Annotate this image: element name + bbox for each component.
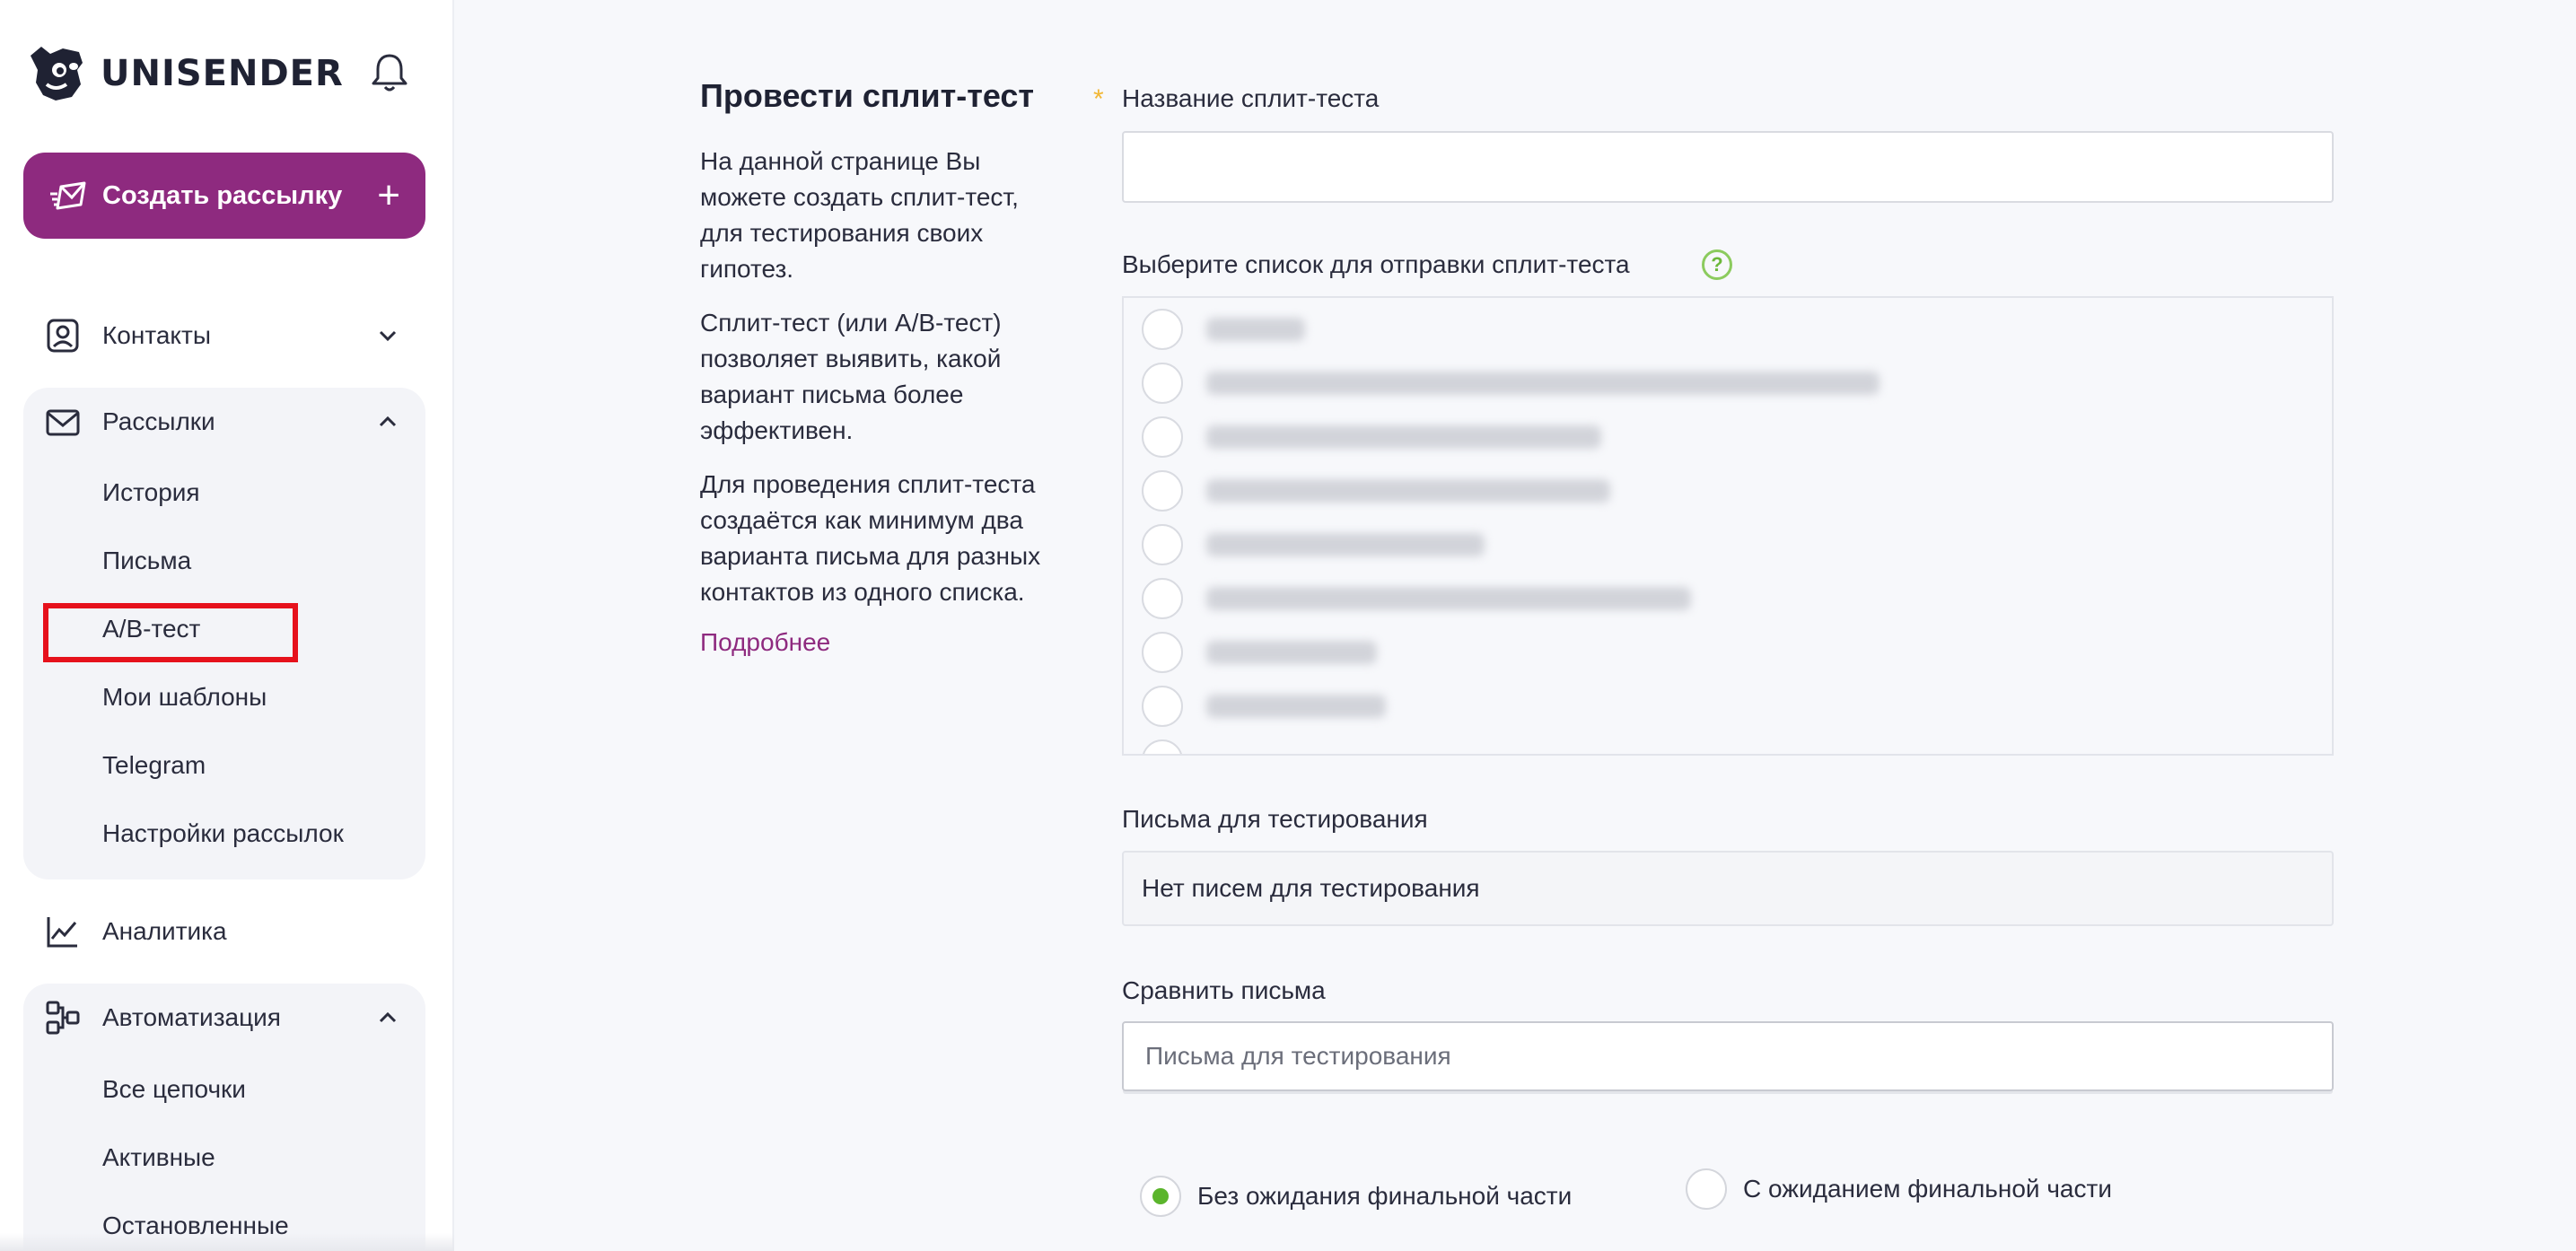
create-mailing-button[interactable]: Создать рассылку + (23, 153, 425, 239)
chevron-down-icon (379, 330, 397, 342)
test-letters-value: Нет писем для тестирования (1122, 851, 2334, 926)
list-item[interactable] (1142, 416, 1601, 458)
brand-name: UNISENDER (101, 53, 344, 94)
blurred-list-name (1206, 425, 1601, 449)
option-with-wait-label: С ожиданием финальной части (1743, 1175, 2112, 1203)
sidebar-item-letters[interactable]: Письма (102, 547, 191, 575)
sidebar: UNISENDER Создать рассылку + Контакты Ра… (0, 0, 454, 1251)
automation-icon (46, 1001, 80, 1035)
list-select-label: Выберите список для отправки сплит-теста (1122, 250, 1630, 278)
list-item[interactable] (1142, 524, 1485, 565)
option-no-wait-label: Без ожидания финальной части (1197, 1182, 1573, 1210)
plus-icon: + (377, 173, 400, 217)
list-item[interactable] (1142, 739, 1183, 754)
blurred-list-name (1206, 587, 1691, 610)
sidebar-item-telegram[interactable]: Telegram (102, 751, 206, 780)
blurred-list-name (1206, 372, 1879, 395)
blurred-list-name (1206, 641, 1377, 664)
nav-contacts[interactable]: Контакты (23, 311, 425, 361)
nav-analytics-label: Аналитика (102, 917, 227, 945)
radio-selected[interactable] (1140, 1176, 1181, 1217)
description-paragraph-2: Сплит-тест (или А/В-тест) позволяет выяв… (700, 309, 1002, 444)
nav-analytics[interactable]: Аналитика (23, 906, 425, 957)
list-item[interactable] (1142, 578, 1691, 619)
dog-logo-icon (31, 47, 83, 101)
radio-button[interactable] (1142, 578, 1183, 619)
list-item[interactable] (1142, 309, 1305, 350)
radio-button[interactable] (1142, 470, 1183, 512)
sidebar-item-history[interactable]: История (102, 478, 200, 507)
sidebar-item-mailing-settings[interactable]: Настройки рассылок (102, 819, 344, 848)
sidebar-item-templates[interactable]: Мои шаблоны (102, 683, 267, 712)
radio-button[interactable] (1142, 363, 1183, 404)
required-star: * (1093, 84, 1104, 114)
radio-button[interactable] (1142, 416, 1183, 458)
option-no-wait[interactable]: Без ожидания финальной части (1140, 1176, 1572, 1217)
list-item[interactable] (1142, 686, 1386, 727)
radio-button[interactable] (1142, 524, 1183, 565)
option-with-wait[interactable]: С ожиданием финальной части (1686, 1168, 2112, 1210)
sidebar-scroll-fade (0, 1233, 454, 1251)
sidebar-item-active[interactable]: Активные (102, 1143, 215, 1172)
nav-mailings-label: Рассылки (102, 407, 215, 435)
nav-automation[interactable]: Автоматизация (23, 993, 425, 1043)
split-test-name-label: Название сплит-теста (1122, 84, 1380, 112)
description-paragraph-1: На данной странице Вы можете создать спл… (700, 147, 1019, 283)
contact-list-selector[interactable] (1122, 296, 2334, 756)
learn-more-link[interactable]: Подробнее (700, 628, 830, 657)
blurred-list-name (1206, 695, 1386, 718)
bell-icon[interactable] (370, 52, 409, 93)
logo[interactable]: UNISENDER (23, 43, 344, 104)
chevron-up-icon (379, 1011, 397, 1023)
compare-letters-label: Сравнить письма (1122, 976, 1326, 1004)
chevron-up-icon (379, 416, 397, 427)
radio-button[interactable] (1142, 686, 1183, 727)
chart-line-icon (47, 917, 77, 948)
create-mailing-label: Создать рассылку (102, 180, 343, 210)
blurred-list-name (1206, 533, 1485, 556)
contacts-icon (47, 319, 79, 353)
page-title: Провести сплит-тест (700, 77, 1035, 114)
radio-button[interactable] (1142, 309, 1183, 350)
help-icon[interactable]: ? (1702, 249, 1732, 280)
send-letter-icon (50, 181, 86, 210)
blurred-list-name (1206, 479, 1610, 503)
split-test-name-input[interactable] (1122, 131, 2334, 203)
list-item[interactable] (1142, 632, 1377, 673)
ab-test-highlight-box (43, 603, 298, 662)
envelope-icon (46, 409, 80, 436)
blurred-list-name (1206, 318, 1305, 341)
nav-mailings[interactable]: Рассылки (23, 397, 425, 447)
list-item[interactable] (1142, 363, 1879, 404)
description-paragraph-3: Для проведения сплит-теста создаётся как… (700, 470, 1041, 606)
compare-letters-select[interactable]: Письма для тестирования (1122, 1021, 2334, 1091)
radio-button[interactable] (1142, 632, 1183, 673)
test-letters-label: Письма для тестирования (1122, 805, 1428, 833)
list-item[interactable] (1142, 470, 1610, 512)
sidebar-item-all-chains[interactable]: Все цепочки (102, 1075, 246, 1104)
nav-contacts-label: Контакты (102, 321, 211, 349)
radio-unselected[interactable] (1686, 1168, 1727, 1210)
nav-automation-label: Автоматизация (102, 1003, 281, 1031)
radio-button[interactable] (1142, 739, 1183, 754)
